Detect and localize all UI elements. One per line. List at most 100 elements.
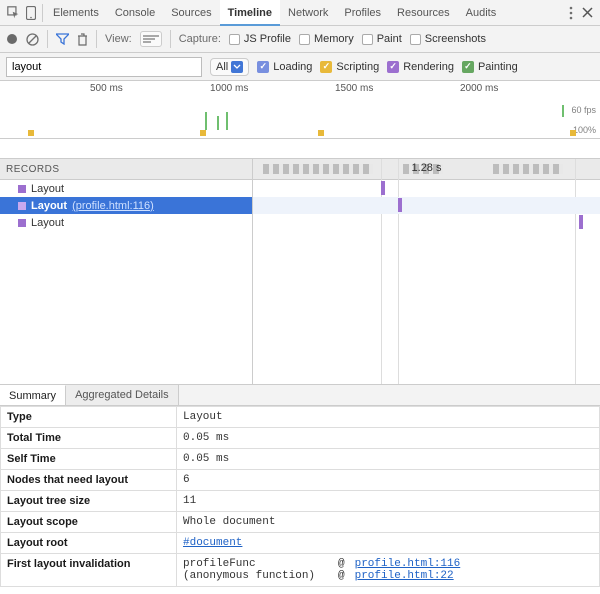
filter-icon[interactable] [56, 33, 69, 45]
more-icon[interactable] [564, 6, 578, 20]
summary-tab-strip: Summary Aggregated Details [0, 384, 600, 406]
filter-dropdown[interactable]: All [210, 58, 249, 76]
tab-timeline[interactable]: Timeline [220, 0, 280, 26]
record-label: Layout [31, 200, 67, 212]
overview-marker [200, 130, 206, 136]
overview-marker [318, 130, 324, 136]
overview-tick: 2000 ms [460, 83, 498, 94]
trash-icon[interactable] [77, 33, 88, 46]
filter-scripting[interactable]: ✓Scripting [320, 61, 379, 73]
overview-marker [570, 130, 576, 136]
detail-label: Type [1, 407, 177, 428]
stack-link[interactable]: profile.html:22 [355, 570, 454, 582]
detail-value: 6 [177, 470, 600, 491]
stack-at: @ [338, 570, 345, 582]
stack-at: @ [338, 558, 345, 570]
capture-jsprofile[interactable]: JS Profile [229, 33, 291, 45]
tab-network[interactable]: Network [280, 0, 336, 26]
tab-console[interactable]: Console [107, 0, 163, 26]
records-timeline-header: 1.28 s [253, 159, 600, 180]
overview-event [226, 112, 228, 130]
tab-sources[interactable]: Sources [163, 0, 219, 26]
detail-row-nodes: Nodes that need layout6 [1, 470, 600, 491]
clear-icon[interactable] [26, 33, 39, 46]
stack-link[interactable]: profile.html:116 [355, 558, 461, 570]
device-icon[interactable] [22, 6, 40, 20]
timeline-event[interactable] [398, 198, 402, 212]
tab-summary[interactable]: Summary [0, 385, 66, 405]
capture-label: Capture: [179, 33, 221, 45]
gridline [575, 159, 576, 384]
tab-audits[interactable]: Audits [458, 0, 505, 26]
fps-label: 60 fps [571, 105, 596, 115]
filter-painting[interactable]: ✓Painting [462, 61, 518, 73]
filter-rendering-label: Rendering [403, 61, 454, 73]
record-source-link[interactable]: (profile.html:116) [72, 200, 154, 212]
timeline-event[interactable] [381, 181, 385, 195]
detail-label: Layout scope [1, 512, 177, 533]
timeline-overview[interactable]: 500 ms 1000 ms 1500 ms 2000 ms 60 fps 10… [0, 81, 600, 139]
record-label: Layout [31, 183, 64, 195]
records-duration: 1.28 s [412, 162, 442, 174]
record-row[interactable]: Layout (profile.html:116) [0, 197, 252, 214]
detail-value: Layout [177, 407, 600, 428]
detail-row-root: Layout root #document [1, 533, 600, 554]
detail-row-scope: Layout scopeWhole document [1, 512, 600, 533]
records-list: RECORDS Layout Layout (profile.html:116)… [0, 159, 252, 384]
filter-input[interactable] [6, 57, 202, 77]
inspect-icon[interactable] [4, 6, 22, 19]
detail-value: 11 [177, 491, 600, 512]
tab-resources[interactable]: Resources [389, 0, 458, 26]
record-label: Layout [31, 217, 64, 229]
detail-row-total-time: Total Time0.05 ms [1, 428, 600, 449]
tab-profiles[interactable]: Profiles [336, 0, 389, 26]
detail-label: Layout root [1, 533, 177, 554]
detail-row-first-invalidation: First layout invalidation profileFunc @ … [1, 554, 600, 587]
layout-root-link[interactable]: #document [183, 537, 242, 549]
detail-label: First layout invalidation [1, 554, 177, 587]
overview-tick: 500 ms [90, 83, 123, 94]
overview-event [217, 116, 219, 130]
filter-dropdown-label: All [216, 61, 228, 73]
detail-label: Total Time [1, 428, 177, 449]
detail-table: TypeLayout Total Time0.05 ms Self Time0.… [0, 406, 600, 587]
record-swatch-icon [18, 185, 26, 193]
record-icon[interactable] [6, 33, 18, 45]
capture-memory[interactable]: Memory [299, 33, 354, 45]
overview-marker [28, 130, 34, 136]
filter-loading-label: Loading [273, 61, 312, 73]
detail-row-type: TypeLayout [1, 407, 600, 428]
record-swatch-icon [18, 219, 26, 227]
filter-painting-label: Painting [478, 61, 518, 73]
records-header: RECORDS [0, 159, 252, 180]
close-icon[interactable] [578, 7, 596, 18]
timeline-toolbar: View: Capture: JS Profile Memory Paint S… [0, 26, 600, 53]
record-row[interactable]: Layout [0, 180, 252, 197]
detail-row-tree-size: Layout tree size11 [1, 491, 600, 512]
timeline-event[interactable] [579, 215, 583, 229]
stripe [263, 164, 373, 174]
filter-rendering[interactable]: ✓Rendering [387, 61, 454, 73]
view-mode-icon[interactable] [140, 31, 162, 47]
detail-label: Nodes that need layout [1, 470, 177, 491]
stack-fn: (anonymous function) [183, 570, 328, 582]
overview-tick: 1500 ms [335, 83, 373, 94]
overview-tick: 1000 ms [210, 83, 248, 94]
record-swatch-icon [18, 202, 26, 210]
capture-paint[interactable]: Paint [362, 33, 402, 45]
capture-paint-label: Paint [377, 33, 402, 45]
filter-scripting-label: Scripting [336, 61, 379, 73]
tab-aggregated[interactable]: Aggregated Details [66, 385, 179, 405]
separator [47, 30, 48, 48]
stack-fn: profileFunc [183, 558, 328, 570]
tab-elements[interactable]: Elements [45, 0, 107, 26]
capture-screenshots[interactable]: Screenshots [410, 33, 486, 45]
record-row[interactable]: Layout [0, 214, 252, 231]
overview-event [205, 112, 207, 130]
records-timeline[interactable]: 1.28 s [252, 159, 600, 384]
detail-value: 0.05 ms [177, 428, 600, 449]
capture-jsprofile-label: JS Profile [244, 33, 291, 45]
stack-frame: (anonymous function) @ profile.html:22 [183, 570, 593, 582]
detail-value: Whole document [177, 512, 600, 533]
filter-loading[interactable]: ✓Loading [257, 61, 312, 73]
